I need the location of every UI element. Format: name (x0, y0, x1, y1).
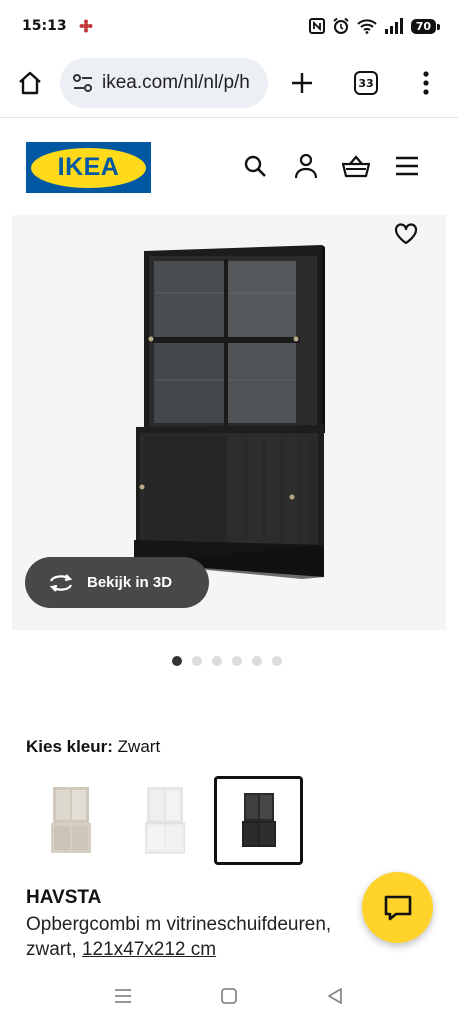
pagination-dot[interactable] (172, 656, 182, 666)
chat-button[interactable] (362, 872, 433, 943)
account-icon (294, 153, 318, 179)
ikea-logo[interactable]: IKEA (26, 142, 151, 193)
view-in-3d-label: Bekijk in 3D (87, 574, 173, 591)
home-button[interactable] (0, 70, 60, 96)
site-header: IKEA (0, 118, 458, 214)
main-menu-button[interactable] (393, 152, 421, 180)
more-vert-icon (423, 71, 429, 95)
account-button[interactable] (292, 152, 320, 180)
logo-oval: IKEA (31, 147, 146, 188)
back-nav-button[interactable] (326, 987, 344, 1010)
back-triangle-icon (328, 987, 342, 1004)
pagination-dot[interactable] (272, 656, 282, 666)
logo-text: IKEA (57, 153, 120, 181)
address-bar[interactable]: ikea.com/nl/nl/p/h (60, 58, 268, 108)
pagination-dot[interactable] (232, 656, 242, 666)
browser-toolbar: ikea.com/nl/nl/p/h 33 (0, 52, 458, 114)
home-nav-button[interactable] (220, 987, 238, 1010)
color-swatch-black[interactable] (214, 776, 303, 865)
cabinet-thumbnail-black (241, 792, 276, 847)
tab-switcher-button[interactable]: 33 (336, 71, 396, 95)
product-description-line2: zwart, (26, 939, 82, 960)
cabinet-thumbnail-grey-beige (50, 786, 91, 853)
pagination-dot[interactable] (212, 656, 222, 666)
color-selector-label: Kies kleur: Zwart (26, 737, 160, 757)
tab-count: 33 (354, 71, 378, 95)
color-swatch-white[interactable] (120, 776, 209, 865)
browser-menu-button[interactable] (396, 71, 456, 95)
selected-color-value: Zwart (117, 737, 161, 756)
search-button[interactable] (241, 152, 269, 180)
status-bar: 15:13 70 (0, 0, 458, 52)
site-settings-icon (73, 74, 92, 92)
nfc-icon (308, 18, 325, 34)
plus-icon (292, 73, 312, 93)
alarm-icon (333, 17, 349, 34)
recent-apps-button[interactable] (114, 988, 132, 1009)
chat-icon (384, 895, 411, 920)
home-icon (19, 71, 41, 95)
new-tab-button[interactable] (268, 71, 336, 95)
product-name: HAVSTA (26, 887, 102, 908)
product-description: Opbergcombi m vitrineschuifdeuren, zwart… (26, 912, 376, 962)
color-swatch-grey-beige[interactable] (26, 776, 115, 865)
product-description-line1: Opbergcombi m vitrineschuifdeuren, (26, 914, 332, 935)
pagination-dot[interactable] (192, 656, 202, 666)
cabinet-thumbnail-white (144, 786, 185, 853)
system-navigation-bar (0, 972, 458, 1024)
basket-button[interactable] (342, 152, 370, 180)
url-text: ikea.com/nl/nl/p/h (102, 72, 250, 93)
view-in-3d-button[interactable]: Bekijk in 3D (25, 557, 209, 608)
gallery-pagination (172, 656, 282, 666)
search-icon (244, 155, 266, 177)
square-home-icon (221, 987, 237, 1004)
basket-icon (342, 155, 370, 178)
rotate-3d-icon (49, 573, 73, 592)
pagination-dot[interactable] (252, 656, 262, 666)
recent-apps-icon (115, 988, 131, 1003)
color-label-prefix: Kies kleur: (26, 737, 113, 756)
battery-indicator: 70 (410, 18, 441, 34)
menu-icon (396, 156, 418, 176)
notification-flower-icon (79, 19, 93, 33)
wifi-icon (356, 19, 377, 34)
add-to-favorites-button[interactable] (384, 212, 428, 256)
signal-icon (384, 18, 403, 34)
heart-icon (394, 223, 418, 245)
clock: 15:13 (22, 18, 67, 34)
product-dimensions-link[interactable]: 121x47x212 cm (82, 939, 216, 960)
